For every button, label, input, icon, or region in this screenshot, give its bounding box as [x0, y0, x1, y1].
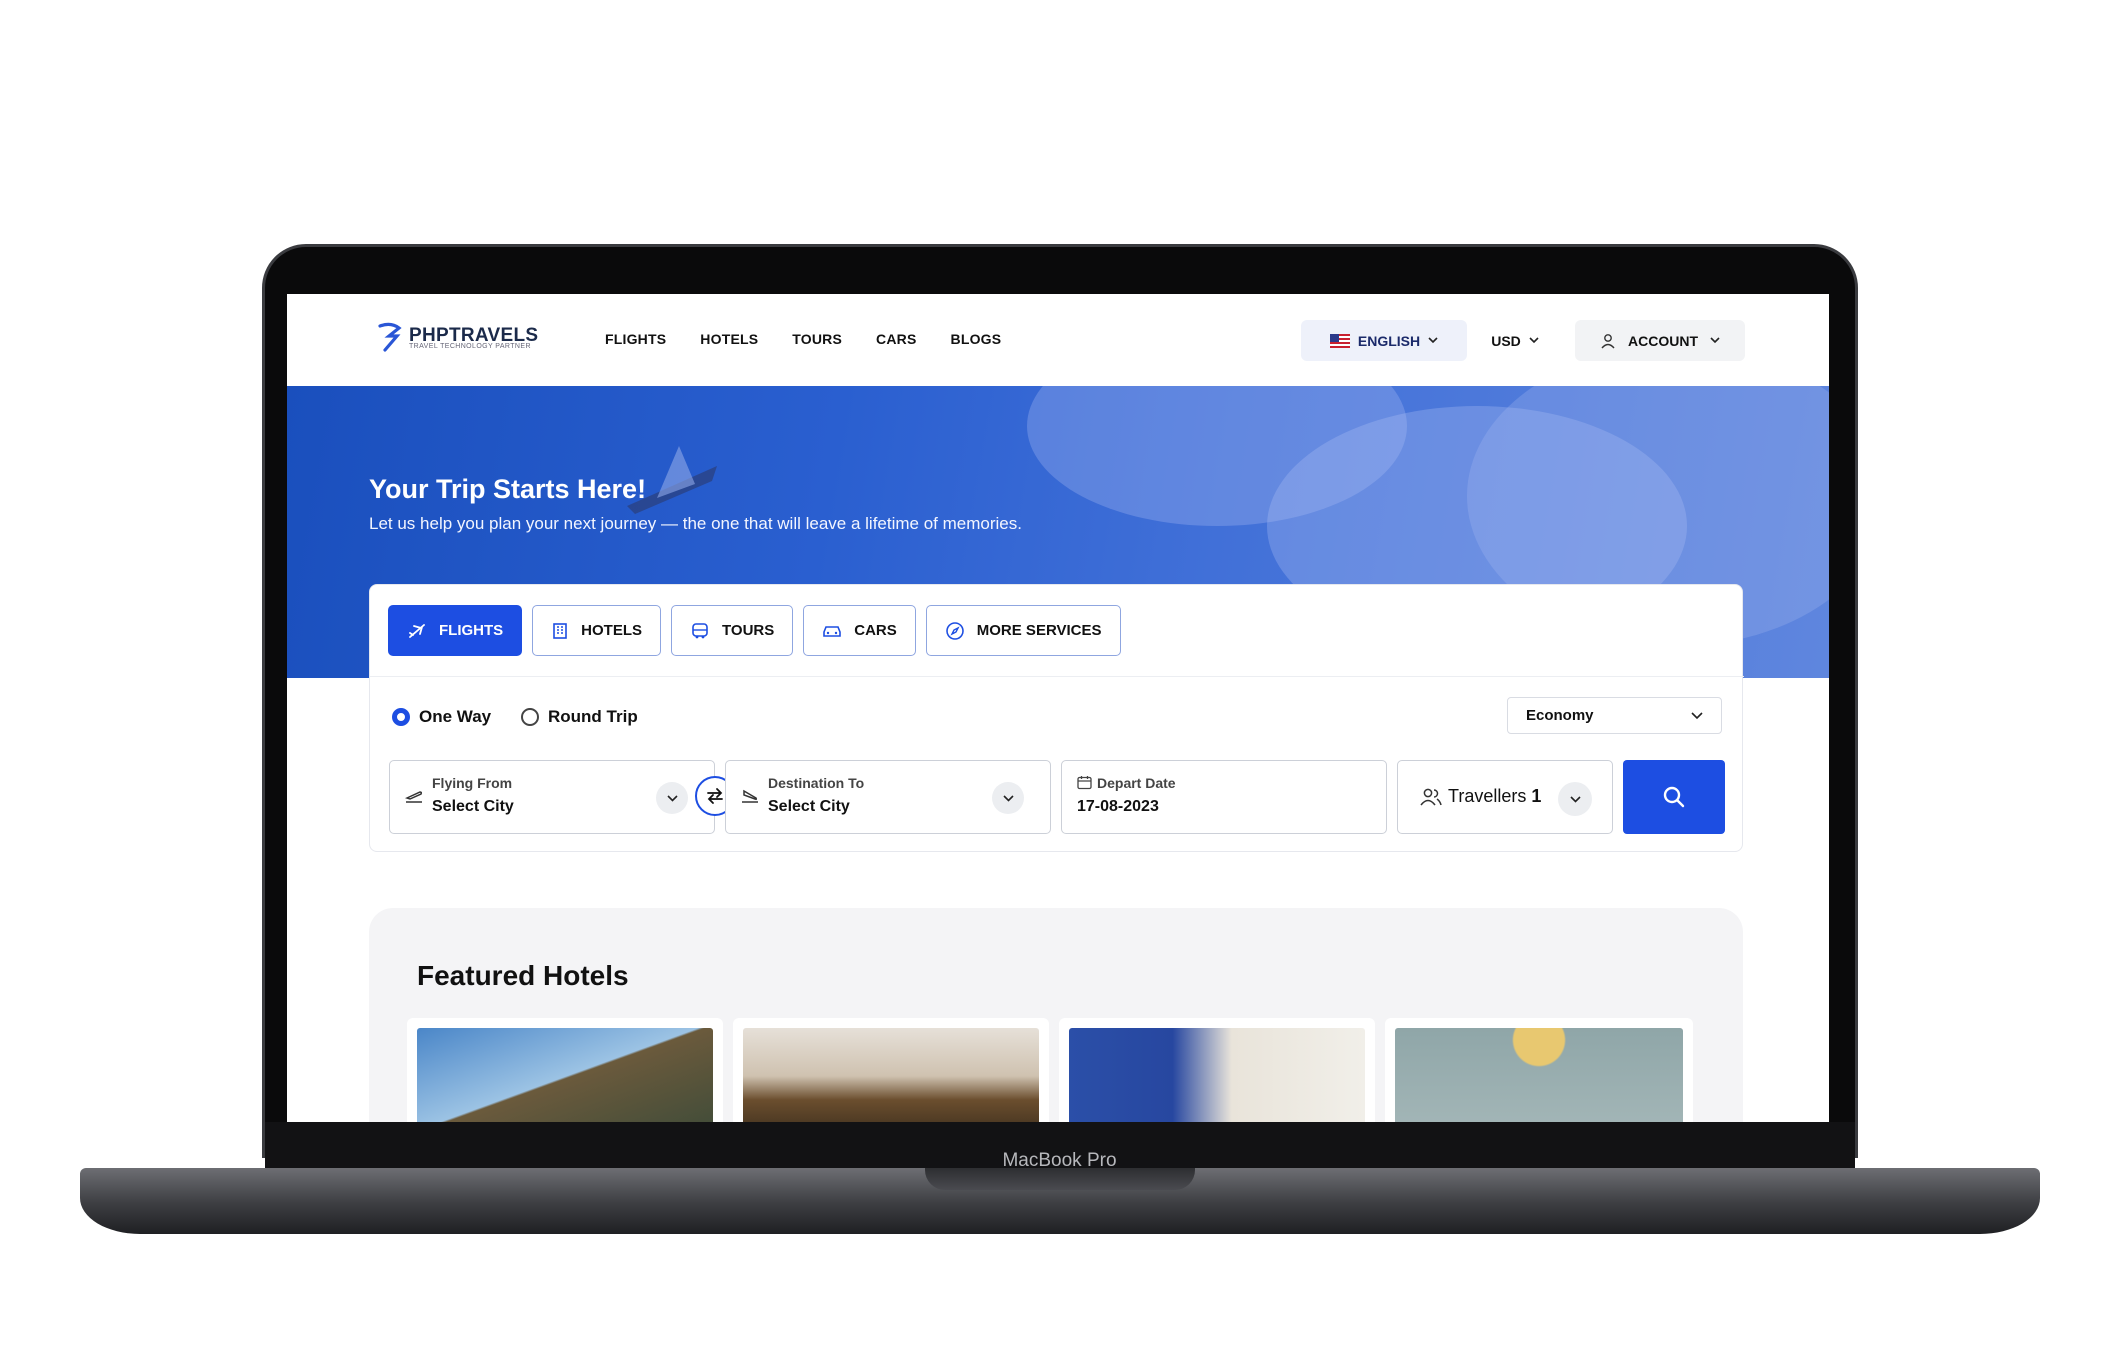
chevron-down-icon[interactable] — [992, 782, 1024, 814]
radio-selected[interactable] — [392, 708, 410, 726]
search-button[interactable] — [1623, 760, 1725, 834]
main-nav: FLIGHTS HOTELS TOURS CARS BLOGS — [605, 331, 1001, 347]
field-value: 17-08-2023 — [1077, 798, 1159, 815]
tab-more-services[interactable]: MORE SERVICES — [925, 605, 1121, 656]
calendar-icon — [1077, 776, 1092, 790]
tab-label: MORE SERVICES — [976, 622, 1102, 639]
currency-label: USD — [1491, 332, 1521, 349]
logo-icon — [378, 322, 402, 352]
radio-label: One Way — [419, 707, 492, 726]
cabin-class-value: Economy — [1526, 707, 1594, 724]
field-label: Flying From — [432, 775, 513, 791]
hotel-image — [1069, 1028, 1365, 1122]
tab-tours[interactable]: TOURS — [671, 605, 794, 656]
us-flag-icon — [1329, 333, 1350, 348]
search-icon — [1663, 786, 1685, 808]
currency-selector[interactable]: USD — [1475, 320, 1555, 361]
travellers-field[interactable]: Travellers 1 — [1397, 760, 1613, 834]
field-value: Select City — [432, 798, 514, 815]
cabin-class-select[interactable]: Economy — [1507, 697, 1722, 734]
logo-subtitle: TRAVEL TECHNOLOGY PARTNER — [409, 342, 531, 350]
takeoff-icon — [404, 791, 423, 803]
tab-label: CARS — [854, 622, 897, 639]
tab-cars[interactable]: CARS — [803, 605, 916, 656]
nav-blogs[interactable]: BLOGS — [951, 331, 1002, 347]
flying-from-field[interactable]: Flying From Select City — [389, 760, 715, 834]
nav-flights[interactable]: FLIGHTS — [605, 331, 666, 347]
section-title: Featured Hotels — [417, 960, 629, 991]
trip-type-one-way[interactable]: One Way — [392, 707, 491, 727]
building-icon — [553, 622, 567, 639]
travellers-count: 1 — [1531, 786, 1542, 806]
compass-icon — [945, 621, 964, 640]
laptop-notch — [925, 1168, 1195, 1190]
site-logo[interactable]: PHPTRAVELS TRAVEL TECHNOLOGY PARTNER — [377, 322, 538, 352]
hero-title: Your Trip Starts Here! — [369, 474, 647, 504]
users-icon — [1420, 788, 1442, 806]
chevron-down-icon — [1691, 711, 1703, 719]
tab-label: TOURS — [722, 622, 775, 639]
tab-label: FLIGHTS — [439, 622, 504, 639]
chevron-down-icon — [1710, 337, 1720, 344]
tabs-divider — [370, 676, 1744, 677]
account-label: ACCOUNT — [1628, 332, 1698, 349]
radio-unselected[interactable] — [521, 708, 539, 726]
language-selector[interactable]: ENGLISH — [1301, 320, 1467, 361]
service-tabs: FLIGHTS HOTELS TOURS CARS MORE SERVICES — [388, 605, 1121, 656]
tab-label: HOTELS — [581, 622, 643, 639]
field-label: Destination To — [768, 775, 865, 791]
nav-cars[interactable]: CARS — [876, 331, 916, 347]
tab-hotels[interactable]: HOTELS — [532, 605, 662, 656]
bus-icon — [692, 622, 708, 638]
nav-hotels[interactable]: HOTELS — [700, 331, 758, 347]
featured-hotels-section: Featured Hotels — [369, 908, 1743, 1122]
travellers-text: Travellers 1 — [1448, 786, 1541, 807]
landing-icon — [742, 789, 758, 803]
chevron-down-icon[interactable] — [656, 782, 688, 814]
plane-icon — [409, 623, 425, 638]
travellers-label: Travellers — [1448, 786, 1527, 806]
hotel-card[interactable] — [1385, 1018, 1693, 1122]
site-header: PHPTRAVELS TRAVEL TECHNOLOGY PARTNER FLI… — [287, 294, 1829, 386]
account-menu[interactable]: ACCOUNT — [1575, 320, 1745, 361]
hotel-image — [743, 1028, 1039, 1122]
hotel-card[interactable] — [733, 1018, 1049, 1122]
trip-type-round-trip[interactable]: Round Trip — [521, 707, 638, 727]
hotel-card[interactable] — [407, 1018, 723, 1122]
user-icon — [1601, 333, 1615, 348]
hotel-image — [417, 1028, 713, 1122]
hero-subtitle: Let us help you plan your next journey —… — [369, 514, 1022, 533]
language-label: ENGLISH — [1357, 332, 1421, 349]
field-label: Depart Date — [1097, 775, 1176, 791]
radio-label: Round Trip — [548, 707, 638, 726]
car-icon — [823, 625, 842, 637]
chevron-down-icon[interactable] — [1558, 782, 1592, 816]
tab-flights[interactable]: FLIGHTS — [388, 605, 523, 656]
search-panel: FLIGHTS HOTELS TOURS CARS MORE SERVICES — [369, 584, 1744, 852]
swap-icon — [707, 788, 723, 804]
hotel-image — [1395, 1028, 1683, 1122]
field-value: Select City — [768, 798, 850, 815]
chevron-down-icon — [1529, 337, 1539, 344]
nav-tours[interactable]: TOURS — [792, 331, 842, 347]
browser-viewport: PHPTRAVELS TRAVEL TECHNOLOGY PARTNER FLI… — [287, 294, 1829, 1122]
hotel-card[interactable] — [1059, 1018, 1375, 1122]
destination-to-field[interactable]: Destination To Select City — [725, 760, 1051, 834]
chevron-down-icon — [1428, 337, 1438, 344]
depart-date-field[interactable]: Depart Date 17-08-2023 — [1061, 760, 1387, 834]
